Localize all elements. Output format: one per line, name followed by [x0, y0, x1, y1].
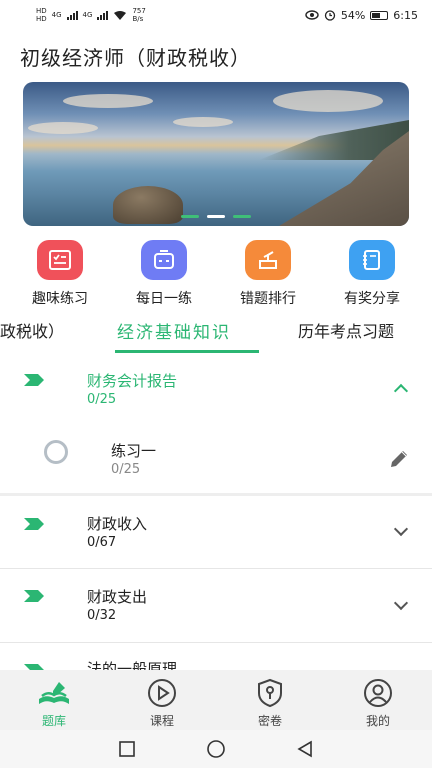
back-icon[interactable] [296, 740, 314, 758]
nav-courses[interactable]: 课程 [108, 670, 216, 730]
chapter-flag-icon [24, 590, 44, 602]
alarm-icon [324, 10, 335, 21]
hd-badge: HD [36, 15, 47, 23]
row-divider [0, 642, 432, 643]
chapter-title: 财政收入 [87, 515, 148, 533]
carousel-dot-active[interactable] [207, 215, 225, 218]
quick-item-daily-practice[interactable]: 每日一练 [114, 240, 214, 308]
notebook-icon [349, 240, 395, 280]
carousel-dot[interactable] [181, 215, 199, 218]
carousel-dot[interactable] [233, 215, 251, 218]
nav-profile[interactable]: 我的 [324, 670, 432, 730]
quick-item-label: 每日一练 [136, 291, 192, 307]
progress-circle-icon [44, 440, 68, 464]
trophy-icon [245, 240, 291, 280]
user-icon [361, 678, 395, 708]
banner-carousel[interactable] [23, 82, 409, 226]
quick-item-reward-share[interactable]: 有奖分享 [322, 240, 422, 308]
category-tabs: 政税收） 经济基础知识 历年考点习题 [0, 316, 432, 356]
bottom-nav: 题库 课程 密卷 我的 [0, 670, 432, 730]
chevron-down-icon[interactable] [393, 521, 409, 537]
recent-apps-icon[interactable] [118, 740, 136, 758]
home-icon[interactable] [206, 739, 226, 759]
exercise-title: 练习一 [111, 442, 157, 460]
system-nav-bar [0, 730, 432, 768]
shield-lock-icon [253, 678, 287, 708]
checklist-icon [37, 240, 83, 280]
network-badges: HD HD [36, 7, 47, 23]
exercise-item[interactable]: 练习一 0/25 [0, 428, 432, 490]
chapter-progress: 0/67 [87, 535, 117, 550]
signal-icon [97, 10, 109, 20]
nav-question-bank[interactable]: 题库 [0, 670, 108, 730]
tab-finance-tax[interactable]: 政税收） [0, 318, 64, 342]
quick-item-label: 错题排行 [240, 291, 296, 307]
chapter-progress: 0/32 [87, 608, 117, 623]
banner-cloud [28, 122, 98, 134]
row-divider [0, 568, 432, 569]
active-tab-indicator [115, 350, 259, 353]
chevron-down-icon[interactable] [393, 595, 409, 611]
banner-cloud [273, 90, 383, 112]
status-bar: HD HD 4G 4G 757 B/s 54% 6:15 [0, 0, 432, 30]
battery-percent: 54% [340, 8, 366, 22]
status-right: 54% 6:15 [305, 9, 418, 22]
banner-cloud [173, 117, 233, 127]
clock: 6:15 [393, 8, 418, 22]
robot-icon [141, 240, 187, 280]
chapter-title: 财政支出 [87, 588, 148, 606]
play-icon [145, 678, 179, 708]
tab-past-exam-points[interactable]: 历年考点习题 [298, 318, 394, 342]
quick-item-label: 趣味练习 [32, 291, 88, 307]
nav-label: 课程 [149, 714, 174, 728]
chapter-item[interactable]: 财政收入 0/67 [0, 500, 432, 566]
nav-label: 题库 [41, 714, 66, 728]
nav-label: 密卷 [257, 714, 282, 728]
speed-value: 757 [132, 7, 146, 15]
chapter-item[interactable]: 财务会计报告 0/25 [0, 360, 432, 420]
carousel-dots [23, 215, 409, 218]
edit-pencil-icon[interactable] [388, 448, 410, 470]
banner-rock [113, 186, 183, 224]
speed-unit: B/s [132, 15, 144, 23]
exercise-progress: 0/25 [111, 462, 141, 477]
hd-badge: HD [36, 7, 47, 15]
nav-label: 我的 [365, 714, 390, 728]
network-4g-label: 4G [82, 11, 93, 19]
page-title: 初级经济师（财政税收） [20, 46, 251, 70]
battery-icon [370, 10, 389, 20]
chevron-up-icon[interactable] [393, 383, 409, 399]
banner-cloud [63, 94, 153, 108]
chapter-title: 法的一般原理 [87, 660, 178, 670]
status-left: HD HD 4G 4G 757 B/s [36, 7, 146, 23]
network-speed: 757 B/s [132, 7, 145, 23]
chapter-flag-icon [24, 518, 44, 530]
quick-menu: 趣味练习 每日一练 错题排行 有奖分享 [0, 240, 432, 308]
quick-item-label: 有奖分享 [344, 291, 400, 307]
wifi-icon [114, 10, 127, 20]
book-icon [37, 678, 71, 708]
chapter-item[interactable]: 法的一般原理 [0, 646, 432, 670]
section-divider [0, 493, 432, 496]
signal-icon [66, 10, 78, 20]
nav-secret-papers[interactable]: 密卷 [216, 670, 324, 730]
chapter-item[interactable]: 财政支出 0/32 [0, 572, 432, 640]
chapter-progress: 0/25 [87, 392, 117, 407]
tab-economics-basics[interactable]: 经济基础知识 [117, 318, 231, 343]
chapter-title: 财务会计报告 [87, 372, 178, 390]
network-4g-label: 4G [51, 11, 62, 19]
quick-item-fun-practice[interactable]: 趣味练习 [10, 240, 110, 308]
chapter-flag-icon [24, 374, 44, 386]
quick-item-wrong-ranking[interactable]: 错题排行 [218, 240, 318, 308]
eye-icon [305, 10, 319, 20]
